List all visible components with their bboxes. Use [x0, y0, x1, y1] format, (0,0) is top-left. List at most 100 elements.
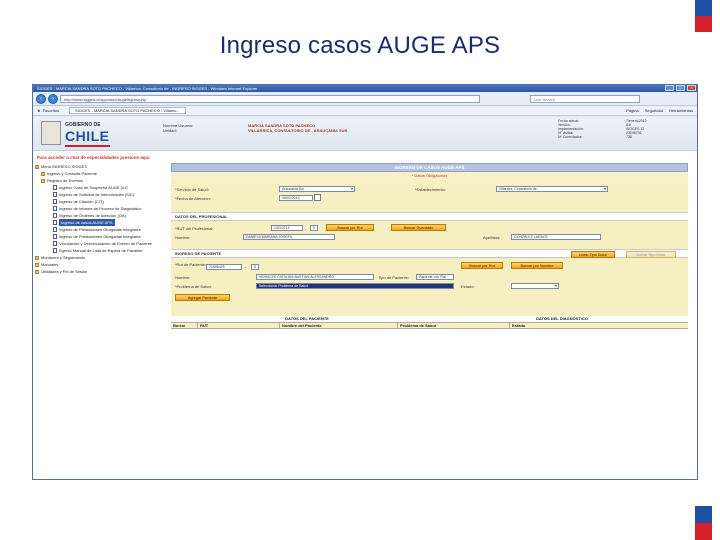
sidebar-item-label: Ingreso de Prestaciones Otorgadas Integr…	[59, 227, 141, 232]
sidebar-item[interactable]: Manuales	[35, 261, 171, 268]
patient-section-label: INGRESO DE PACIENTE	[175, 251, 222, 256]
tipo-pac-label: Tipo de Paciente:	[378, 275, 409, 280]
listar-tipo-dolor-button[interactable]: Listar Tipo Dolor	[571, 251, 615, 258]
chat-link[interactable]: Para acceder a chat de especialidades pr…	[37, 155, 150, 160]
sidebar-item[interactable]: Ingreso de Prestaciones Otorgadas Integr…	[35, 226, 171, 233]
estado-select[interactable]	[511, 283, 559, 289]
browser-tab[interactable]: SIGGES - MARCIA SANDRA SOTO PACHECO - Vi…	[69, 107, 186, 114]
user-unit-label: Unidad:	[163, 128, 177, 133]
sidebar-item[interactable]: Registro de Eventos	[35, 177, 171, 184]
sidebar-item-label: Manuales	[41, 262, 59, 267]
apellidos-input[interactable]: GONZÁLEZ LARACE	[511, 234, 601, 240]
sidebar-item[interactable]: Ingreso de Solicitud de Interconsulta (S…	[35, 191, 171, 198]
favorites-star-icon[interactable]: ★	[37, 108, 41, 113]
rut-prof-input[interactable]: 13213714	[271, 225, 303, 231]
tool-security[interactable]: Seguridad	[645, 108, 663, 113]
nombre-prof-label: Nombre:	[175, 235, 191, 240]
form-title: INGRESO DE CASOS AUGE APS	[171, 163, 688, 172]
col-rut: RUT	[197, 323, 279, 329]
sidebar-item[interactable]: Ingreso de Prestaciones Otorgadas Integr…	[35, 233, 171, 240]
minimize-button[interactable]: _	[665, 85, 674, 91]
back-arrow-icon[interactable]: ‹	[36, 93, 46, 104]
system-meta-labels: Fecha actual: Versión: Implementación: N…	[558, 119, 584, 139]
forward-arrow-icon[interactable]: ›	[48, 93, 58, 104]
sidebar-item-label: Ingreso y Consulta Paciente	[47, 171, 98, 176]
sidebar-item[interactable]: Vinculación y Desvinculación de Evento d…	[35, 240, 171, 247]
sidebar-item[interactable]: Ingreso de Órdenes de Atención (OA)	[35, 212, 171, 219]
borrar-tipo-dolor-button[interactable]: Borrar Tipo Dolor	[626, 251, 676, 258]
problema-label: *Problema de Salud:	[175, 284, 212, 289]
sidebar-item-label: Vinculación y Desvinculación de Evento d…	[59, 241, 152, 246]
sidebar-item[interactable]: Menú INGRESO SIGGES	[35, 163, 171, 170]
page-icon	[53, 227, 57, 233]
tipo-pac-input[interactable]: Paciente con Rut	[416, 274, 454, 280]
nombre-prof-input[interactable]: DANIELA MARIANA JOSEFA	[243, 234, 335, 240]
sidebar-item[interactable]: Monitoreo y Seguimiento	[35, 254, 171, 261]
sidebar-item-selected[interactable]: Ingreso de casos AUGE APS	[35, 219, 171, 226]
estado-label: Estado:	[461, 284, 475, 289]
main-form: INGRESO DE CASOS AUGE APS * Datos Obliga…	[171, 163, 688, 477]
fecha-input[interactable]: 06/02/2012	[279, 195, 313, 201]
sidebar-item-label: Ingreso de Órdenes de Atención (OA)	[59, 213, 126, 218]
maximize-button[interactable]: □	[676, 85, 685, 91]
professional-section-title: DATOS DEL PROFESIONAL	[171, 212, 688, 221]
calendar-icon[interactable]	[314, 194, 321, 201]
rut-pac-dv-input[interactable]: 5	[251, 264, 259, 270]
buscar-guardado-button[interactable]: Buscar Guardado	[391, 224, 446, 231]
folder-icon	[41, 171, 45, 176]
logo-chile-text: CHILE	[65, 128, 110, 144]
sidebar-item-label: Ingreso de Prestaciones Otorgadas Integr…	[59, 234, 141, 239]
meta-value: 738	[626, 135, 632, 139]
page-icon	[53, 241, 57, 247]
window-title: SIGGES - MARCIA SANDRA SOTO PACHECO - Vi…	[37, 86, 258, 91]
logo-stripe	[65, 145, 110, 147]
sidebar-item-label: Egreso Manual de Lista de Espera de Paci…	[59, 248, 143, 253]
nombre-pac-label: Nombre:	[175, 275, 191, 280]
cases-table: DATOS DEL PACIENTE DATOS DEL DIAGNÓSTICO…	[171, 316, 688, 336]
sidebar-item-label: Utilidades y Fin de Sesión	[41, 269, 88, 274]
sidebar-item-label: Ingreso de Solicitud de Interconsulta (S…	[59, 192, 135, 197]
table-header-row: Borrar RUT Nombre del Paciente Problema …	[171, 322, 688, 329]
site-header: GOBIERNO DE CHILE Nombre Usuario: Unidad…	[33, 117, 697, 151]
rut-pac-input[interactable]: 21895425	[206, 264, 242, 270]
sidebar-item[interactable]: Ingreso de Informe de Proceso de Diagnós…	[35, 205, 171, 212]
sidebar-item-label: Registro de Eventos	[47, 178, 84, 183]
folder-icon	[35, 262, 39, 267]
sidebar-item[interactable]: Ingreso y Consulta Paciente	[35, 170, 171, 177]
rut-pac-label: *Rut de Paciente:	[175, 262, 207, 267]
dash-separator: -	[305, 226, 307, 231]
col-estado: Estado	[509, 323, 688, 329]
buscar-rut-button[interactable]: Buscar por Rut	[326, 224, 374, 231]
buscar-rut-paciente-button[interactable]: Buscar por Rut	[461, 262, 503, 269]
address-toolbar: ‹ › http://www.sigges.cl/app/caso/AugeIn…	[33, 92, 697, 106]
sidebar-item-label: Menú INGRESO SIGGES	[41, 164, 88, 169]
sidebar-item-label: Ingreso de casos AUGE APS	[59, 219, 115, 226]
address-input[interactable]: http://www.sigges.cl/app/caso/AugeIngres…	[60, 94, 480, 103]
page-icon	[53, 213, 57, 219]
sidebar-item-label: Monitoreo y Seguimiento	[41, 255, 86, 260]
buscar-nombre-button[interactable]: Buscar por Nombre	[511, 262, 563, 269]
establecimiento-select[interactable]: Villarrica, Consultorio de	[496, 186, 608, 192]
tool-tools[interactable]: Herramientas	[669, 108, 693, 113]
sidebar-item[interactable]: Ingreso Caso de Sospecha AUGE (o E	[35, 184, 171, 191]
user-unit-value: VILLARRICA, CONSULTORIO DE - ARAUCANÍA S…	[248, 128, 348, 133]
agregar-paciente-button[interactable]: Agregar Paciente	[175, 294, 230, 301]
sidebar-item[interactable]: Ingreso de Citación (CIT)	[35, 198, 171, 205]
tool-page[interactable]: Página	[626, 108, 638, 113]
patient-panel: Listar Tipo Dolor Borrar Tipo Dolor *Rut…	[171, 251, 688, 316]
close-button[interactable]: ×	[687, 85, 696, 91]
favorites-label[interactable]: Favoritos	[43, 108, 59, 113]
nombre-pac-input[interactable]: MORALES CATALINA BASTIAN ALESSANDRO	[256, 274, 374, 280]
sidebar-item-label: Ingreso Caso de Sospecha AUGE (o E	[59, 185, 128, 190]
col-problema: Problema de Salud	[397, 323, 509, 329]
apellidos-label: Apellidos:	[483, 235, 501, 240]
sidebar-item[interactable]: Utilidades y Fin de Sesión	[35, 268, 171, 275]
slide-title: Ingreso casos AUGE APS	[219, 32, 501, 59]
rut-prof-dv-input[interactable]: 5	[310, 225, 318, 231]
problema-select[interactable]: Seleccionar Problema de Salud	[256, 283, 454, 289]
servicio-select[interactable]: Araucanía Sur	[279, 186, 355, 192]
page-icon	[53, 248, 57, 254]
search-input[interactable]: Live Search	[530, 94, 640, 103]
page-icon	[53, 185, 57, 191]
sidebar-item[interactable]: Egreso Manual de Lista de Espera de Paci…	[35, 247, 171, 254]
